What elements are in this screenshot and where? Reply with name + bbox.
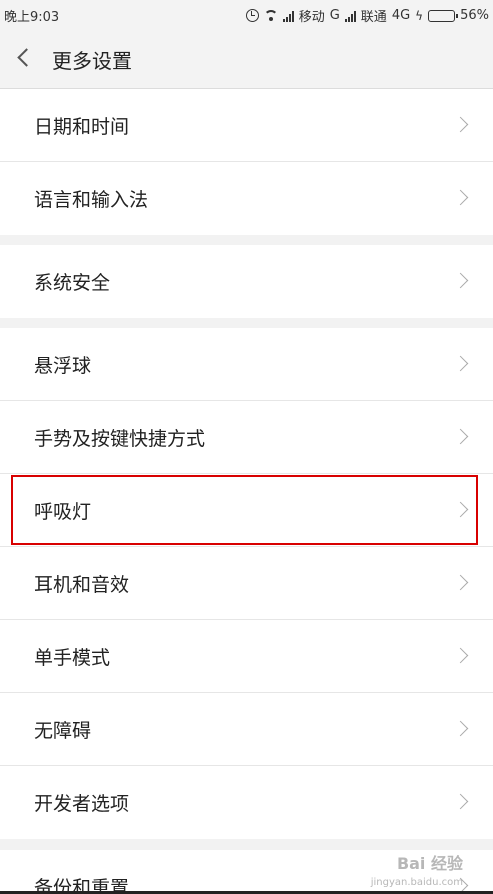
- settings-item-headset-audio[interactable]: 耳机和音效: [0, 547, 493, 620]
- watermark: Bai 经验: [396, 854, 463, 873]
- settings-item-one-handed-mode[interactable]: 单手模式: [0, 620, 493, 693]
- settings-item-label: 开发者选项: [34, 793, 130, 815]
- page-title: 更多设置: [52, 49, 132, 73]
- chevron-right-icon: [452, 720, 469, 737]
- settings-item-date-time[interactable]: 日期和时间: [0, 89, 493, 162]
- status-icons: 移动 G 联通 4G ϟ 56%: [245, 6, 489, 25]
- charging-icon: ϟ: [415, 8, 424, 23]
- settings-item-label: 手势及按键快捷方式: [34, 428, 206, 450]
- settings-group-1: 日期和时间 语言和输入法: [0, 89, 493, 235]
- app-header: 更多设置: [0, 28, 493, 89]
- wifi-icon: [264, 10, 278, 22]
- settings-item-label: 系统安全: [34, 272, 111, 294]
- network-2: 4G: [391, 8, 411, 23]
- status-bar: 晚上9:03 移动 G 联通 4G ϟ 56%: [0, 0, 493, 28]
- settings-group-2: 系统安全: [0, 245, 493, 318]
- settings-item-language-input[interactable]: 语言和输入法: [0, 162, 493, 235]
- settings-item-floating-ball[interactable]: 悬浮球: [0, 328, 493, 401]
- chevron-right-icon: [452, 272, 469, 289]
- settings-item-label: 耳机和音效: [34, 574, 130, 596]
- watermark-url: jingyan.baidu.com: [370, 877, 463, 888]
- settings-item-label: 日期和时间: [34, 116, 130, 138]
- settings-screen: 晚上9:03 移动 G 联通 4G ϟ 56% 更多设置 日期和时间 语言和输入…: [0, 0, 493, 894]
- settings-item-gestures-shortcuts[interactable]: 手势及按键快捷方式: [0, 401, 493, 474]
- settings-group-3: 悬浮球 手势及按键快捷方式 呼吸灯 耳机和音效 单手模式 无障碍 开发者选项: [0, 328, 493, 839]
- settings-item-label: 语言和输入法: [34, 189, 149, 211]
- status-time: 晚上9:03: [4, 10, 60, 25]
- battery-percent: 56%: [460, 8, 489, 23]
- chevron-right-icon: [452, 428, 469, 445]
- chevron-right-icon: [452, 116, 469, 133]
- carrier-2: 联通: [360, 10, 387, 25]
- settings-item-accessibility[interactable]: 无障碍: [0, 693, 493, 766]
- settings-item-label: 悬浮球: [34, 355, 92, 377]
- signal-icon: [282, 10, 294, 22]
- settings-item-system-security[interactable]: 系统安全: [0, 245, 493, 318]
- signal-icon: [344, 10, 356, 22]
- network-1: G: [329, 8, 340, 23]
- settings-item-developer-options[interactable]: 开发者选项: [0, 766, 493, 839]
- back-arrow-icon[interactable]: [17, 48, 36, 67]
- chevron-right-icon: [452, 574, 469, 591]
- settings-item-label: 呼吸灯: [34, 501, 92, 523]
- settings-item-label: 单手模式: [34, 647, 111, 669]
- chevron-right-icon: [452, 647, 469, 664]
- chevron-right-icon: [452, 501, 469, 518]
- chevron-right-icon: [452, 355, 469, 372]
- carrier-1: 移动: [298, 10, 325, 25]
- chevron-right-icon: [452, 189, 469, 206]
- chevron-right-icon: [452, 793, 469, 810]
- settings-item-notification-light[interactable]: 呼吸灯: [0, 474, 493, 547]
- settings-item-label: 无障碍: [34, 720, 92, 742]
- alarm-icon: [245, 9, 259, 22]
- battery-icon: [428, 9, 459, 22]
